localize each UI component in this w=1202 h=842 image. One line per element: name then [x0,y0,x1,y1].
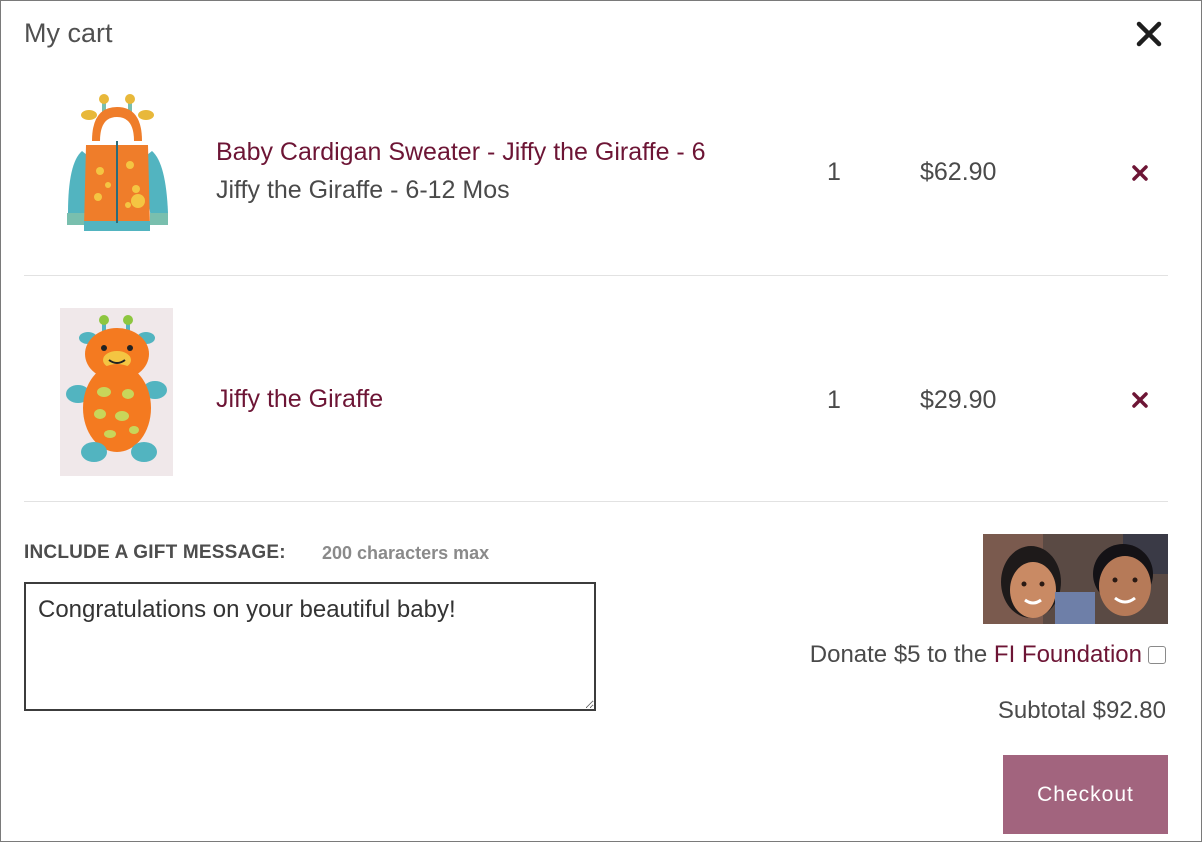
gift-message-limit: 200 characters max [322,543,490,563]
item-name-link[interactable]: Jiffy the Giraffe [216,380,383,418]
cart-item-row: Baby Cardigan Sweater - Jiffy the Giraff… [24,73,1168,276]
gift-message-label: INCLUDE A GIFT MESSAGE: [24,542,286,563]
remove-icon[interactable] [1130,390,1150,410]
cardigan-sweater-image[interactable] [58,93,176,241]
checkout-button[interactable]: Checkout [1003,755,1168,834]
item-variant: Jiffy the Giraffe - 6-12 Mos [216,176,510,204]
item-name-link[interactable]: Baby Cardigan Sweater - Jiffy the Giraff… [216,133,706,171]
donate-line: Donate $5 to the FI Foundation [810,641,1166,669]
cart-title: My cart [24,18,113,48]
children-photo [983,534,1168,624]
donate-text: Donate $5 to the [809,641,994,668]
item-price: $29.90 [920,386,997,414]
gift-message-input[interactable]: Congratulations on your beautiful baby! [24,582,596,711]
item-info: Jiffy the Giraffe [216,380,383,418]
subtotal: Subtotal $92.80 [997,697,1166,724]
cart-panel: My cart Baby Cardigan Sweater - Jiffy th… [0,0,1202,842]
item-info: Baby Cardigan Sweater - Jiffy the Giraff… [216,133,706,209]
close-icon[interactable] [1132,17,1166,51]
item-quantity: 1 [827,386,841,414]
foundation-link[interactable]: FI Foundation [994,641,1142,668]
donate-checkbox[interactable] [1148,646,1166,664]
giraffe-toy-image[interactable] [60,308,173,476]
cart-item-row: Jiffy the Giraffe 1 $29.90 [24,276,1168,502]
item-price: $62.90 [920,158,997,186]
item-quantity: 1 [827,158,841,186]
remove-icon[interactable] [1130,163,1150,183]
